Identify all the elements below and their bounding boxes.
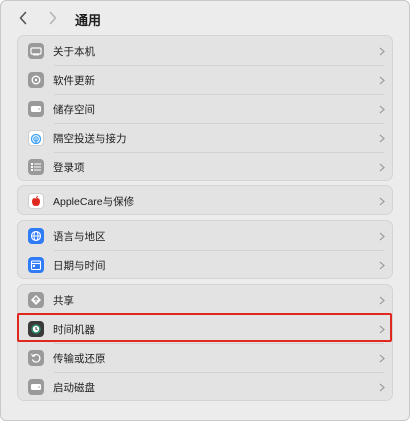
row-label: 启动磁盘 bbox=[53, 381, 95, 394]
chevron-right-icon bbox=[378, 75, 386, 85]
page-title: 通用 bbox=[75, 13, 102, 28]
apple-icon bbox=[28, 193, 44, 209]
row-label: 时间机器 bbox=[53, 323, 95, 336]
chevron-right-icon bbox=[378, 104, 386, 114]
chevron-right-icon bbox=[378, 353, 386, 363]
row-label: AppleCare与保修 bbox=[53, 195, 135, 208]
chevron-right-icon bbox=[378, 382, 386, 392]
airdrop-icon bbox=[28, 130, 44, 146]
transfer-restore-icon bbox=[28, 350, 44, 366]
chevron-right-icon bbox=[378, 133, 386, 143]
settings-group-sharing-backup: 共享 时间机器 传输或还原 启动磁盘 bbox=[17, 284, 393, 401]
row-label: 传输或还原 bbox=[53, 352, 106, 365]
row-language-region[interactable]: 语言与地区 bbox=[18, 222, 392, 250]
row-label: 登录项 bbox=[53, 161, 85, 174]
row-software-update[interactable]: 软件更新 bbox=[18, 66, 392, 94]
about-this-mac-icon bbox=[28, 43, 44, 59]
globe-icon bbox=[28, 228, 44, 244]
row-transfer-restore[interactable]: 传输或还原 bbox=[18, 344, 392, 372]
chevron-left-icon[interactable] bbox=[13, 8, 33, 28]
chevron-right-icon bbox=[378, 46, 386, 56]
row-startup-disk[interactable]: 启动磁盘 bbox=[18, 373, 392, 401]
row-airdrop[interactable]: 隔空投送与接力 bbox=[18, 124, 392, 152]
toolbar: 通用 bbox=[1, 1, 409, 35]
row-label: 共享 bbox=[53, 294, 74, 307]
settings-group-system: 关于本机 软件更新 储存空间 隔空投送与接力 登录项 bbox=[17, 35, 393, 181]
startup-disk-icon bbox=[28, 379, 44, 395]
time-machine-icon bbox=[28, 321, 44, 337]
chevron-right-icon[interactable] bbox=[43, 8, 63, 28]
row-label: 储存空间 bbox=[53, 103, 95, 116]
chevron-right-icon bbox=[378, 196, 386, 206]
row-label: 软件更新 bbox=[53, 74, 95, 87]
chevron-right-icon bbox=[378, 162, 386, 172]
row-applecare[interactable]: AppleCare与保修 bbox=[18, 187, 392, 215]
row-time-machine[interactable]: 时间机器 bbox=[18, 315, 392, 343]
chevron-right-icon bbox=[378, 260, 386, 270]
chevron-right-icon bbox=[378, 295, 386, 305]
row-label: 日期与时间 bbox=[53, 259, 106, 272]
row-storage[interactable]: 储存空间 bbox=[18, 95, 392, 123]
settings-window: 通用 关于本机 软件更新 储存空间 隔空投送与接力 登录项 AppleCare与… bbox=[0, 0, 410, 421]
chevron-right-icon bbox=[378, 231, 386, 241]
chevron-right-icon bbox=[378, 324, 386, 334]
calendar-icon bbox=[28, 257, 44, 273]
row-label: 关于本机 bbox=[53, 45, 95, 58]
storage-icon bbox=[28, 101, 44, 117]
row-date-time[interactable]: 日期与时间 bbox=[18, 251, 392, 279]
row-login-items[interactable]: 登录项 bbox=[18, 153, 392, 181]
row-label: 隔空投送与接力 bbox=[53, 132, 127, 145]
row-label: 语言与地区 bbox=[53, 230, 106, 243]
settings-group-language-date: 语言与地区 日期与时间 bbox=[17, 220, 393, 279]
row-sharing[interactable]: 共享 bbox=[18, 286, 392, 314]
row-about[interactable]: 关于本机 bbox=[18, 37, 392, 65]
sharing-icon bbox=[28, 292, 44, 308]
software-update-icon bbox=[28, 72, 44, 88]
settings-group-applecare: AppleCare与保修 bbox=[17, 185, 393, 215]
login-items-icon bbox=[28, 159, 44, 175]
